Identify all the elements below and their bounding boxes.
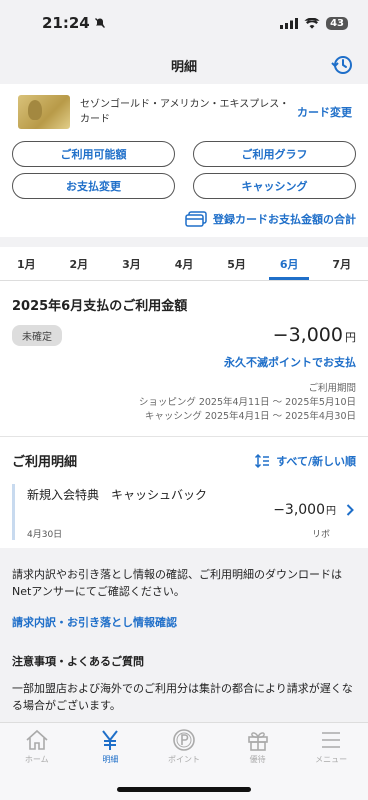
total-payment-link[interactable]: 登録カードお支払金額の合計 (12, 211, 356, 227)
transaction-name: 新規入会特典 キャッシュバック (27, 488, 208, 502)
bottom-tab-bar: ホーム 明細 ポイント 優待 メニュー (0, 722, 368, 800)
gift-icon (247, 732, 268, 751)
card-area: セゾンゴールド・アメリカン・エキスプレス・カード カード変更 ご利用可能額 ご利… (0, 84, 368, 237)
sort-button[interactable]: すべて/新しい順 (254, 453, 356, 469)
available-amount-button[interactable]: ご利用可能額 (12, 141, 175, 167)
tab-month[interactable]: 3月 (105, 247, 158, 280)
home-icon (26, 729, 48, 750)
payment-summary: 2025年6月支払のご利用金額 未確定 −3,000 円 永久不滅ポイントでお支払… (0, 281, 368, 436)
tab-month[interactable]: 4月 (158, 247, 211, 280)
mute-bell-icon (94, 18, 105, 28)
history-clock-icon[interactable] (330, 53, 354, 77)
tab-menu[interactable]: メニュー (294, 729, 368, 800)
tab-month[interactable]: 2月 (53, 247, 106, 280)
nav-bar: 明細 (0, 46, 368, 84)
details-title: ご利用明細 (12, 455, 78, 470)
notes-body: 一部加盟店および海外でのご利用分は集計の都合により請求が遅くなる場合がございます… (12, 682, 353, 712)
status-time: 21:24 (42, 14, 106, 32)
tab-month[interactable]: 1月 (0, 247, 53, 280)
card-change-link[interactable]: カード変更 (297, 104, 352, 120)
status-bar: 21:24 43 (0, 0, 368, 46)
tab-month[interactable]: 5月 (210, 247, 263, 280)
time-text: 21:24 (42, 14, 90, 32)
transaction-date: 4月30日 (27, 530, 63, 540)
sort-icon (255, 453, 270, 468)
usage-graph-button[interactable]: ご利用グラフ (193, 141, 356, 167)
notes-title: 注意事項・よくあるご質問 (12, 655, 144, 668)
shopping-period: ショッピング 2025年4月11日 〜 2025年5月10日 (138, 397, 356, 408)
card-name: セゾンゴールド・アメリカン・エキスプレス・カード (80, 99, 290, 125)
summary-title: 2025年6月支払のご利用金額 (12, 299, 188, 314)
menu-icon (322, 732, 341, 748)
cashing-period: キャッシング 2025年4月1日 〜 2025年4月30日 (144, 411, 356, 422)
info-text: 請求内訳やお引き落とし情報の確認、ご利用明細のダウンロードはNetアンサーにてご… (12, 568, 342, 598)
sort-label: すべて/新しい順 (276, 454, 356, 468)
tab-month[interactable]: 7月 (315, 247, 368, 280)
details-header: ご利用明細 すべて/新しい順 (0, 436, 368, 484)
info-section: 請求内訳やお引き落とし情報の確認、ご利用明細のダウンロードはNetアンサーにてご… (0, 548, 368, 714)
chevron-right-icon (346, 504, 354, 516)
card-row: セゾンゴールド・アメリカン・エキスプレス・カード カード変更 (12, 92, 356, 132)
total-payment-label: 登録カードお支払金額の合計 (213, 213, 356, 226)
transaction-type: リボ (311, 530, 330, 540)
signal-icon (280, 17, 299, 29)
page-title: 明細 (170, 59, 197, 75)
total-amount: −3,000 円 (272, 324, 356, 346)
billing-info-link[interactable]: 請求内訳・お引き落とし情報確認 (12, 614, 356, 631)
status-badge: 未確定 (12, 324, 62, 346)
payment-change-button[interactable]: お支払変更 (12, 173, 175, 199)
tab-month[interactable]: 6月 (263, 247, 316, 280)
home-indicator (117, 787, 251, 792)
tab-home[interactable]: ホーム (0, 729, 74, 800)
battery-icon: 43 (326, 16, 348, 30)
transaction-amount: −3,000円 (273, 502, 336, 518)
cards-icon (185, 211, 207, 227)
cashing-button[interactable]: キャッシング (193, 173, 356, 199)
points-icon (173, 729, 195, 751)
month-tabs: 1月 2月 3月 4月 5月 6月 7月 (0, 247, 368, 281)
usage-period: ご利用期間 ショッピング 2025年4月11日 〜 2025年5月10日 キャッ… (12, 382, 356, 424)
yen-icon (102, 730, 119, 750)
card-image (18, 95, 70, 129)
wifi-icon (304, 17, 320, 29)
points-payment-link[interactable]: 永久不滅ポイントでお支払 (12, 354, 356, 370)
period-label: ご利用期間 (308, 383, 356, 394)
action-buttons: ご利用可能額 ご利用グラフ お支払変更 キャッシング (12, 141, 356, 199)
transaction-row[interactable]: 新規入会特典 キャッシュバック −3,000円 4月30日 リボ (0, 484, 368, 548)
